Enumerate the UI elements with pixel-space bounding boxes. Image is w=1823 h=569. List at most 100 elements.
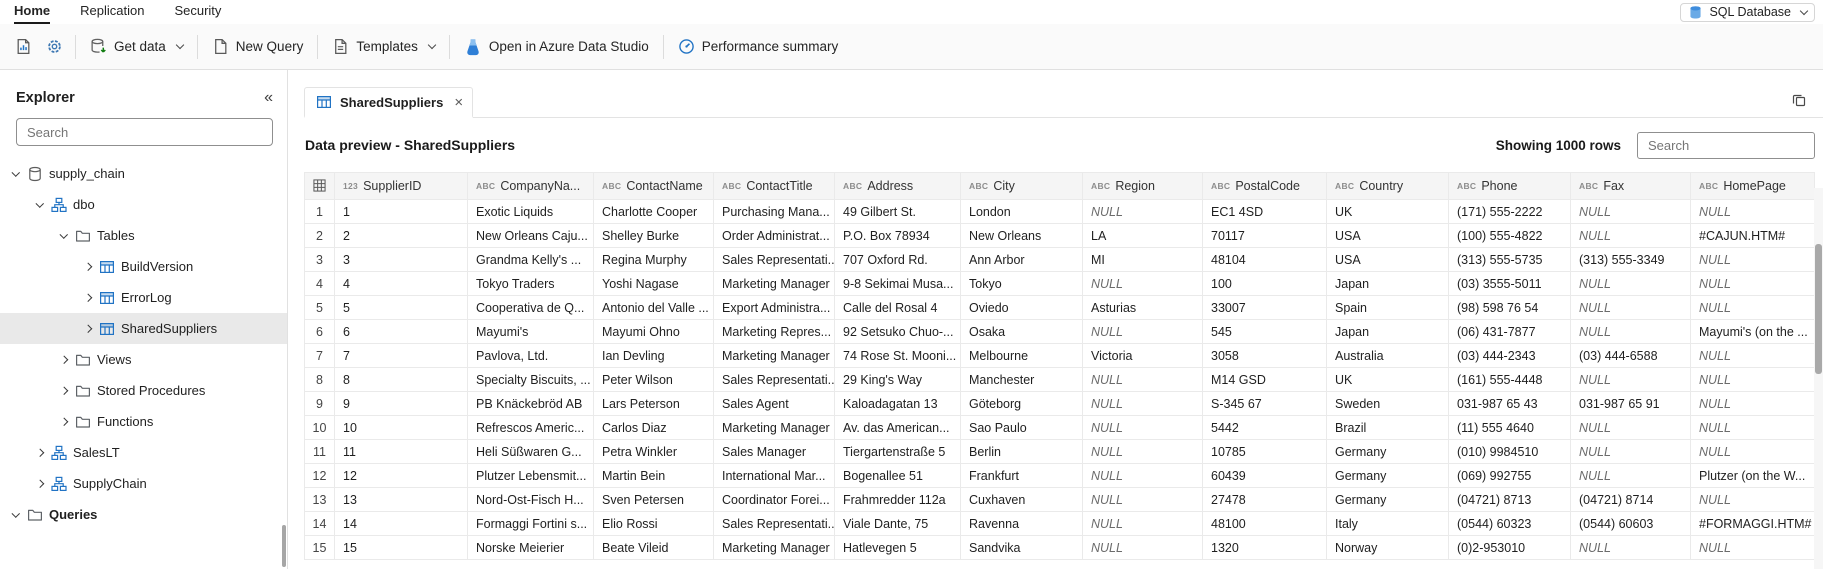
data-cell[interactable]: Hatlevegen 5 — [835, 536, 961, 560]
data-cell[interactable]: 15 — [335, 536, 468, 560]
data-cell[interactable]: 5 — [335, 296, 468, 320]
data-cell[interactable]: 60439 — [1203, 464, 1327, 488]
data-cell[interactable]: Refrescos Americ... — [468, 416, 594, 440]
tree-item-sharedsuppliers[interactable]: SharedSuppliers — [0, 313, 287, 344]
data-cell[interactable]: Mayumi Ohno — [594, 320, 714, 344]
column-header-region[interactable]: ABCRegion — [1083, 173, 1203, 200]
chevron-right-icon[interactable] — [80, 326, 96, 332]
data-cell[interactable]: 12 — [335, 464, 468, 488]
data-cell[interactable]: (0544) 60603 — [1571, 512, 1691, 536]
data-cell[interactable]: Germany — [1327, 440, 1449, 464]
data-cell[interactable]: P.O. Box 78934 — [835, 224, 961, 248]
data-cell[interactable]: Exotic Liquids — [468, 200, 594, 224]
chevron-right-icon[interactable] — [56, 388, 72, 394]
tree-item-errorlog[interactable]: ErrorLog — [0, 282, 287, 313]
data-cell[interactable]: 48100 — [1203, 512, 1327, 536]
data-cell[interactable]: NULL — [1571, 416, 1691, 440]
data-cell[interactable]: NULL — [1691, 368, 1815, 392]
data-cell[interactable]: 33007 — [1203, 296, 1327, 320]
data-cell[interactable]: Beate Vileid — [594, 536, 714, 560]
data-cell[interactable]: (04721) 8714 — [1571, 488, 1691, 512]
column-header-companyna[interactable]: ABCCompanyNa... — [468, 173, 594, 200]
data-cell[interactable]: #FORMAGGI.HTM# — [1691, 512, 1815, 536]
data-cell[interactable]: Pavlova, Ltd. — [468, 344, 594, 368]
data-cell[interactable]: Italy — [1327, 512, 1449, 536]
data-cell[interactable]: NULL — [1083, 368, 1203, 392]
data-cell[interactable]: USA — [1327, 224, 1449, 248]
data-cell[interactable]: Calle del Rosal 4 — [835, 296, 961, 320]
data-cell[interactable]: Plutzer Lebensmit... — [468, 464, 594, 488]
data-cell[interactable]: Bogenallee 51 — [835, 464, 961, 488]
data-cell[interactable]: Norway — [1327, 536, 1449, 560]
data-cell[interactable]: Marketing Repres... — [714, 320, 835, 344]
data-cell[interactable]: (171) 555-2222 — [1449, 200, 1571, 224]
data-cell[interactable]: NULL — [1691, 536, 1815, 560]
column-header-homepage[interactable]: ABCHomePage — [1691, 173, 1815, 200]
data-cell[interactable]: New Orleans — [961, 224, 1083, 248]
data-cell[interactable]: Marketing Manager — [714, 536, 835, 560]
data-cell[interactable]: NULL — [1571, 200, 1691, 224]
data-cell[interactable]: Manchester — [961, 368, 1083, 392]
data-cell[interactable]: NULL — [1691, 440, 1815, 464]
new-report-button[interactable] — [8, 31, 39, 62]
data-cell[interactable]: Asturias — [1083, 296, 1203, 320]
data-cell[interactable]: 13 — [335, 488, 468, 512]
chevron-right-icon[interactable] — [56, 357, 72, 363]
data-cell[interactable]: Osaka — [961, 320, 1083, 344]
data-cell[interactable]: Formaggi Fortini s... — [468, 512, 594, 536]
data-cell[interactable]: UK — [1327, 200, 1449, 224]
chevron-right-icon[interactable] — [80, 264, 96, 270]
row-number-cell[interactable]: 11 — [305, 440, 335, 464]
column-header-country[interactable]: ABCCountry — [1327, 173, 1449, 200]
data-cell[interactable]: NULL — [1571, 272, 1691, 296]
data-cell[interactable]: 11 — [335, 440, 468, 464]
data-cell[interactable]: Tokyo — [961, 272, 1083, 296]
data-cell[interactable]: Shelley Burke — [594, 224, 714, 248]
data-cell[interactable]: 031-987 65 91 — [1571, 392, 1691, 416]
data-cell[interactable]: Victoria — [1083, 344, 1203, 368]
data-cell[interactable]: New Orleans Caju... — [468, 224, 594, 248]
row-number-cell[interactable]: 9 — [305, 392, 335, 416]
data-cell[interactable]: 4 — [335, 272, 468, 296]
data-cell[interactable]: #CAJUN.HTM# — [1691, 224, 1815, 248]
data-cell[interactable]: 707 Oxford Rd. — [835, 248, 961, 272]
data-cell[interactable]: 545 — [1203, 320, 1327, 344]
data-cell[interactable]: NULL — [1691, 296, 1815, 320]
data-cell[interactable]: NULL — [1571, 440, 1691, 464]
row-number-cell[interactable]: 1 — [305, 200, 335, 224]
data-cell[interactable]: 29 King's Way — [835, 368, 961, 392]
menu-tab-home[interactable]: Home — [14, 0, 50, 24]
data-cell[interactable]: 3 — [335, 248, 468, 272]
data-cell[interactable]: (010) 9984510 — [1449, 440, 1571, 464]
data-cell[interactable]: NULL — [1571, 368, 1691, 392]
data-cell[interactable]: Ravenna — [961, 512, 1083, 536]
data-cell[interactable]: (98) 598 76 54 — [1449, 296, 1571, 320]
data-cell[interactable]: Coordinator Forei... — [714, 488, 835, 512]
data-cell[interactable]: NULL — [1083, 320, 1203, 344]
data-cell[interactable]: 49 Gilbert St. — [835, 200, 961, 224]
data-cell[interactable]: NULL — [1571, 320, 1691, 344]
open-in-azure-data-studio-button[interactable]: Open in Azure Data Studio — [455, 31, 658, 63]
data-cell[interactable]: 100 — [1203, 272, 1327, 296]
data-cell[interactable]: M14 GSD — [1203, 368, 1327, 392]
data-cell[interactable]: Frankfurt — [961, 464, 1083, 488]
tree-item-buildversion[interactable]: BuildVersion — [0, 251, 287, 282]
data-cell[interactable]: Av. das American... — [835, 416, 961, 440]
data-cell[interactable]: LA — [1083, 224, 1203, 248]
data-cell[interactable]: NULL — [1691, 488, 1815, 512]
column-header-phone[interactable]: ABCPhone — [1449, 173, 1571, 200]
table-corner-header[interactable] — [305, 173, 335, 200]
data-cell[interactable]: Sales Representati... — [714, 512, 835, 536]
data-cell[interactable]: Nord-Ost-Fisch H... — [468, 488, 594, 512]
data-cell[interactable]: Sales Manager — [714, 440, 835, 464]
data-cell[interactable]: (313) 555-5735 — [1449, 248, 1571, 272]
data-cell[interactable]: Cooperativa de Q... — [468, 296, 594, 320]
chevron-down-icon[interactable] — [8, 512, 24, 518]
data-cell[interactable]: Order Administrat... — [714, 224, 835, 248]
column-header-city[interactable]: ABCCity — [961, 173, 1083, 200]
data-cell[interactable]: 9 — [335, 392, 468, 416]
data-cell[interactable]: London — [961, 200, 1083, 224]
data-cell[interactable]: Export Administra... — [714, 296, 835, 320]
settings-button[interactable] — [39, 31, 70, 62]
column-header-address[interactable]: ABCAddress — [835, 173, 961, 200]
